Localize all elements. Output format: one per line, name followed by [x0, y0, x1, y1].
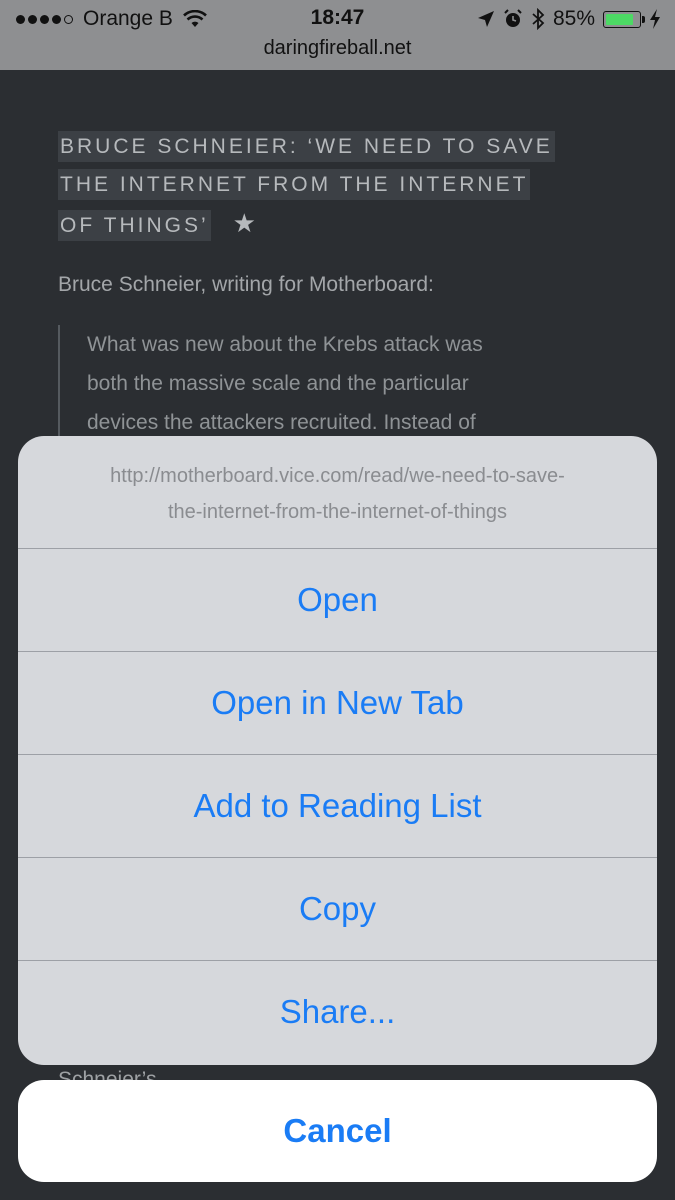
alarm-icon [504, 9, 522, 27]
article-headline[interactable]: BRUCE SCHNEIER: ‘WE NEED TO SAVE THE INT… [58, 128, 618, 245]
url-line: http://motherboard.vice.com/read/we-need… [110, 465, 565, 487]
copy-button[interactable]: Copy [18, 857, 657, 960]
charging-icon [650, 9, 660, 29]
action-sheet-url: http://motherboard.vice.com/read/we-need… [18, 436, 657, 548]
blockquote: What was new about the Krebs attack was … [58, 325, 618, 442]
open-button[interactable]: Open [18, 548, 657, 651]
battery-icon [603, 10, 645, 28]
status-bar: Orange B 18:47 85% daringfireball.net [0, 0, 675, 70]
headline-line: THE INTERNET FROM THE INTERNET [58, 169, 531, 200]
location-icon [477, 11, 494, 27]
battery-fill [606, 13, 634, 25]
star-icon: ★ [232, 208, 256, 238]
address-bar-url[interactable]: daringfireball.net [0, 37, 675, 60]
article: BRUCE SCHNEIER: ‘WE NEED TO SAVE THE INT… [58, 128, 618, 442]
bluetooth-icon [532, 8, 545, 30]
add-to-reading-list-button[interactable]: Add to Reading List [18, 754, 657, 857]
url-line: the-internet-from-the-internet-of-things [167, 501, 508, 523]
open-in-new-tab-button[interactable]: Open in New Tab [18, 651, 657, 754]
headline-line: BRUCE SCHNEIER: ‘WE NEED TO SAVE [58, 131, 555, 162]
share-button[interactable]: Share... [18, 960, 657, 1063]
quote-line: What was new about the Krebs attack was [87, 333, 483, 356]
battery-percent: 85% [552, 7, 595, 30]
headline-line: OF THINGS’ [58, 210, 211, 241]
cancel-button[interactable]: Cancel [18, 1080, 657, 1182]
status-right: 85% [477, 6, 661, 32]
quote-line: both the massive scale and the particula… [87, 372, 469, 395]
action-sheet: http://motherboard.vice.com/read/we-need… [18, 436, 657, 1065]
article-byline: Bruce Schneier, writing for Motherboard: [58, 273, 434, 296]
